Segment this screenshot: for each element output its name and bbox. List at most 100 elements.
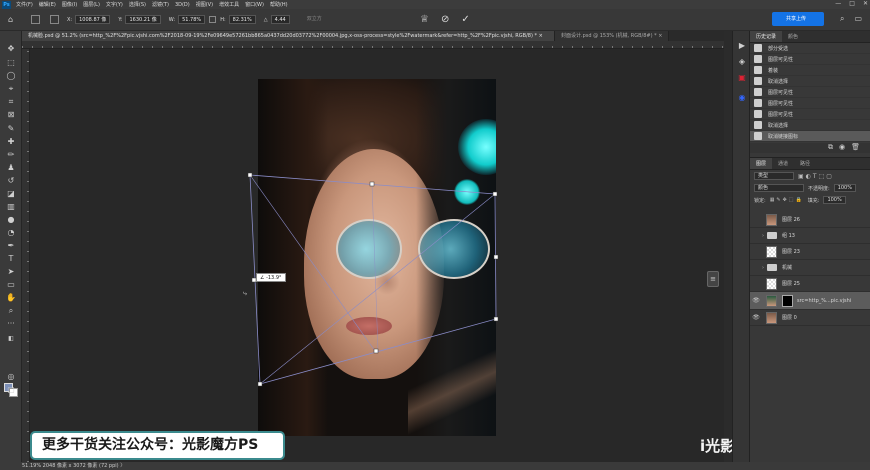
expand-chevron-icon[interactable]: › (762, 265, 764, 271)
move-tool-icon[interactable]: ✥ (4, 43, 18, 54)
healing-brush-icon[interactable]: ✚ (4, 136, 18, 147)
menu-edit[interactable]: 编辑(E) (36, 1, 59, 8)
frame-tool-icon[interactable]: ⊠ (4, 109, 18, 120)
tools-panel: ✥ ⬚ ◯ ⌖ ⌗ ⊠ ✎ ✚ ✏ ♟ ↺ ◪ ▥ ● ◔ ✒ T ➤ ▭ ✋ … (0, 31, 22, 462)
eye-icon[interactable]: 👁 (750, 297, 762, 304)
menu-help[interactable]: 帮助(H) (267, 1, 291, 8)
marquee-tool-icon[interactable]: ⬚ (4, 57, 18, 68)
interpolation-select[interactable]: 双立方 (304, 15, 325, 24)
fill-input[interactable]: 100% (823, 196, 846, 204)
minimize-button[interactable]: — (835, 0, 841, 7)
history-item[interactable]: 取消选择 (750, 76, 870, 87)
history-brush-icon[interactable]: ↺ (4, 175, 18, 186)
commit-transform-icon[interactable]: ✓ (461, 14, 469, 25)
history-item[interactable]: 图层可见性 (750, 98, 870, 109)
filter-icons[interactable]: ▣◐T⬚▢ (798, 173, 834, 180)
link-icon[interactable] (209, 16, 217, 23)
adjust-icon[interactable]: ▣ (737, 73, 747, 83)
menu-plugins[interactable]: 增效工具 (216, 1, 242, 8)
clone-stamp-icon[interactable]: ♟ (4, 162, 18, 173)
width-input[interactable]: 51.78% (178, 15, 206, 24)
layer-row-selected[interactable]: 👁 src=http_%...pic.vjshi (750, 292, 870, 310)
share-button[interactable]: 共享上传 (772, 12, 824, 26)
layer-filter-select[interactable]: 类型 (754, 172, 794, 180)
lock-icons[interactable]: ▦✎✥⬚🔒 (770, 197, 804, 203)
lasso-tool-icon[interactable]: ◯ (4, 70, 18, 81)
blur-tool-icon[interactable]: ● (4, 214, 18, 225)
history-item[interactable]: 取消选择 (750, 120, 870, 131)
blend-mode-select[interactable]: 颜色 (754, 184, 804, 192)
gradient-tool-icon[interactable]: ▥ (4, 201, 18, 212)
3d-icon[interactable]: ◉ (737, 93, 747, 103)
type-tool-icon[interactable]: T (4, 253, 18, 264)
default-colors-icon[interactable]: ◧ (4, 334, 18, 342)
tab-channels[interactable]: 通道 (772, 158, 794, 169)
menu-filter[interactable]: 滤镜(T) (149, 1, 172, 8)
y-input[interactable]: 1630.21 像 (125, 15, 161, 24)
menu-image[interactable]: 图像(I) (59, 1, 80, 8)
layer-row[interactable]: 👁 图层 0 (750, 310, 870, 326)
transform-tool-icon[interactable] (31, 15, 40, 24)
trash-icon[interactable]: 🗑 (851, 143, 860, 153)
layer-group-row[interactable]: › 组 13 (750, 228, 870, 244)
menu-select[interactable]: 选择(S) (126, 1, 149, 8)
play-icon[interactable]: ▶ (737, 41, 747, 51)
tab-paths[interactable]: 路径 (794, 158, 816, 169)
quick-select-icon[interactable]: ⌖ (4, 83, 18, 94)
home-icon[interactable]: ⌂ (8, 15, 17, 24)
search-icon[interactable]: ⌕ (840, 14, 844, 24)
tab-mechanical-face[interactable]: 机械脸.psd @ 51.2% (src=http_%2F%2Fpic.vjsh… (22, 31, 555, 41)
menu-view[interactable]: 视图(V) (193, 1, 216, 8)
height-input[interactable]: 82.31% (228, 15, 256, 24)
history-item[interactable]: 着装 (750, 65, 870, 76)
x-input[interactable]: 1008.87 像 (75, 15, 111, 24)
more-tools-icon[interactable]: ··· (4, 318, 18, 329)
screen-mode-icon[interactable]: ▢ (4, 384, 18, 395)
shape-tool-icon[interactable]: ▭ (4, 279, 18, 290)
menu-type[interactable]: 文字(Y) (103, 1, 126, 8)
layer-row[interactable]: 图层 23 (750, 244, 870, 260)
brush-tool-icon[interactable]: ✏ (4, 149, 18, 160)
layer-row[interactable]: 图层 25 (750, 276, 870, 292)
tab-layers[interactable]: 图层 (750, 158, 773, 169)
tab-history[interactable]: 历史记录 (750, 31, 783, 42)
expand-chevron-icon[interactable]: › (762, 233, 764, 239)
maximize-button[interactable]: □ (849, 0, 855, 7)
tab-cover-design[interactable]: 封面设计.psd @ 153% (机械, RGB/8#) * × (555, 31, 670, 41)
history-item[interactable]: 部分受选 (750, 43, 870, 54)
cancel-transform-icon[interactable]: ⊘ (441, 14, 449, 25)
hand-tool-icon[interactable]: ✋ (4, 292, 18, 303)
canvas-area[interactable]: ⤷ ∠ -13.9° ≡ (30, 49, 724, 462)
layer-mask-thumbnail[interactable] (782, 294, 793, 307)
angle-input[interactable]: 4.44 (270, 15, 290, 24)
workspace-icon[interactable]: ▭ (854, 14, 862, 24)
path-select-icon[interactable]: ➤ (4, 266, 18, 277)
properties-toggle-icon[interactable]: ≡ (707, 271, 719, 287)
new-document-from-state-icon[interactable]: ⧉ (828, 143, 833, 153)
history-item-selected[interactable]: 取消链接图标 (750, 131, 870, 142)
crop-tool-icon[interactable]: ⌗ (4, 96, 18, 107)
dodge-tool-icon[interactable]: ◔ (4, 227, 18, 238)
menu-3d[interactable]: 3D(D) (172, 2, 193, 8)
close-window-button[interactable]: ✕ (863, 0, 868, 7)
layer-group-row[interactable]: › 机械 (750, 260, 870, 276)
zoom-tool-icon[interactable]: ⌕ (4, 305, 18, 316)
quick-mask-icon[interactable]: ◎ (4, 371, 18, 382)
cube-icon[interactable]: ◈ (737, 57, 747, 67)
menu-window[interactable]: 窗口(W) (242, 1, 267, 8)
history-item[interactable]: 图层可见性 (750, 109, 870, 120)
warp-icon[interactable]: ♕ (420, 14, 429, 25)
eyedropper-icon[interactable]: ✎ (4, 123, 18, 134)
history-item[interactable]: 图层可见性 (750, 87, 870, 98)
reference-point-icon[interactable] (50, 15, 59, 24)
pen-tool-icon[interactable]: ✒ (4, 240, 18, 251)
menu-file[interactable]: 文件(F) (13, 1, 36, 8)
layer-row[interactable]: 图层 26 (750, 212, 870, 228)
opacity-input[interactable]: 100% (833, 184, 856, 192)
history-item[interactable]: 图层可见性 (750, 54, 870, 65)
snapshot-icon[interactable]: ◉ (839, 143, 845, 153)
menu-layer[interactable]: 图层(L) (80, 1, 103, 8)
eye-icon[interactable]: 👁 (750, 314, 762, 321)
tab-color[interactable]: 颜色 (782, 31, 804, 42)
eraser-tool-icon[interactable]: ◪ (4, 188, 18, 199)
